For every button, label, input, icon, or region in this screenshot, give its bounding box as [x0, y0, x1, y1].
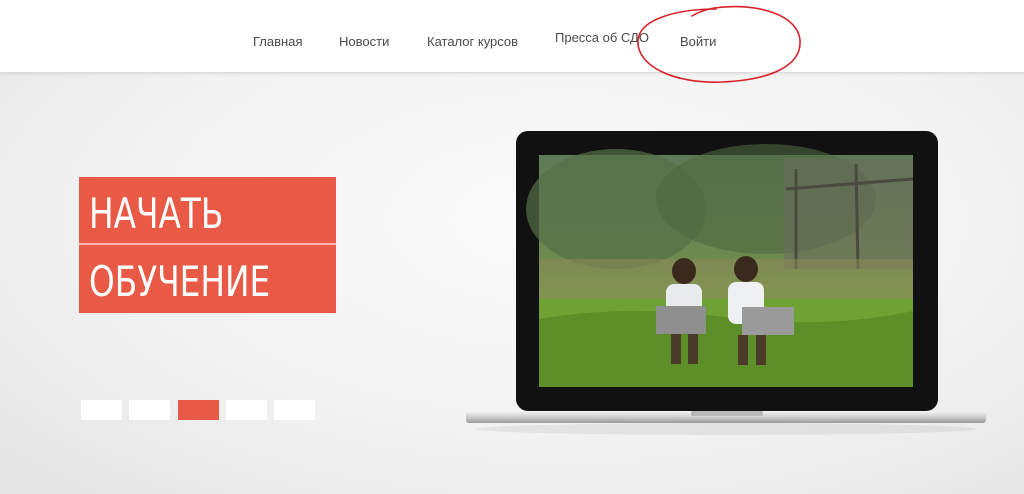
slider-dot-5[interactable] [274, 400, 315, 420]
cta-text-line-1: НАЧАТЬ [89, 189, 224, 238]
nav-link-home[interactable]: Главная [253, 34, 302, 49]
top-navigation-bar: Главная Новости Каталог курсов Пресса об… [0, 0, 1024, 73]
hero-section: НАЧАТЬ ОБУЧЕНИЕ [0, 73, 1024, 494]
slider-dot-4[interactable] [226, 400, 267, 420]
start-learning-button[interactable]: НАЧАТЬ ОБУЧЕНИЕ [79, 177, 336, 313]
nav-link-login[interactable]: Войти [680, 34, 716, 49]
laptop-icon [466, 131, 986, 435]
nav-link-course-catalog[interactable]: Каталог курсов [427, 34, 518, 49]
slider-dot-3-active[interactable] [178, 400, 219, 420]
cta-divider [79, 243, 336, 245]
slider-dot-2[interactable] [129, 400, 170, 420]
slider-dot-1[interactable] [81, 400, 122, 420]
nav-link-press[interactable]: Пресса об СДО [555, 30, 649, 45]
cta-text-line-2: ОБУЧЕНИЕ [89, 257, 271, 306]
nav-link-news[interactable]: Новости [339, 34, 389, 49]
